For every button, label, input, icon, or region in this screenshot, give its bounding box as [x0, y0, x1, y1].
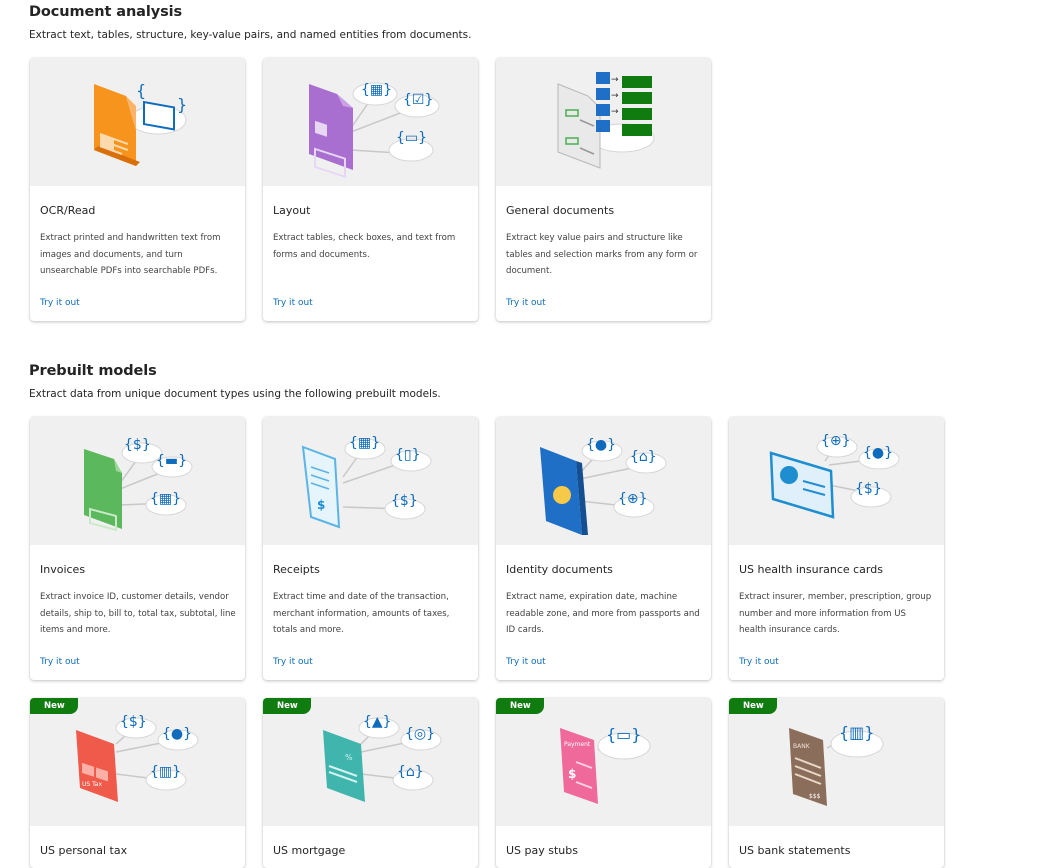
svg-text:{▭}: {▭} [396, 130, 427, 146]
svg-text:{: { [136, 81, 146, 100]
svg-text:{$}: {$} [124, 437, 151, 453]
try-it-out-link[interactable]: Try it out [40, 656, 80, 668]
prebuilt-models-header: Prebuilt models Extract data from unique… [29, 362, 441, 401]
bank-statements-illustration: {▥} BANK $$$ [729, 698, 944, 826]
card-description: Extract invoice ID, customer details, ve… [40, 592, 236, 635]
card-general-documents[interactable]: → → → General documents Extract key valu… [496, 58, 711, 321]
card-title: Receipts [273, 563, 320, 576]
card-description: Extract key value pairs and structure li… [506, 233, 698, 276]
new-badge: New [729, 698, 777, 714]
prebuilt-models-title: Prebuilt models [29, 363, 157, 379]
card-title: US health insurance cards [739, 563, 883, 576]
personal-tax-illustration: {$} {●} {▥} US Tax [30, 698, 245, 826]
card-description: Extract printed and handwritten text fro… [40, 233, 221, 276]
general-documents-illustration: → → → [496, 58, 711, 186]
card-us-pay-stubs[interactable]: {▭} Payment $ New US pay stubs [496, 698, 711, 868]
ocr-illustration: { } [30, 58, 245, 186]
svg-text:US Tax: US Tax [82, 781, 102, 788]
svg-text:%: % [345, 753, 353, 762]
document-analysis-description: Extract text, tables, structure, key-val… [29, 29, 472, 41]
svg-text:{▥}: {▥} [150, 764, 181, 780]
health-insurance-illustration: {⊕} {●} {$} [729, 417, 944, 545]
card-identity-documents[interactable]: {●} {⌂} {⊕} Identity documents Extract n… [496, 417, 711, 680]
svg-text:{⌂}: {⌂} [397, 764, 424, 780]
svg-text:→: → [611, 91, 619, 101]
try-it-out-link[interactable]: Try it out [506, 297, 546, 309]
try-it-out-link[interactable]: Try it out [273, 297, 313, 309]
card-title: US bank statements [739, 844, 851, 857]
card-invoices[interactable]: {$} {▬} {▦} Invoices Extract invoice ID,… [30, 417, 245, 680]
try-it-out-link[interactable]: Try it out [506, 656, 546, 668]
svg-text:BANK: BANK [793, 743, 811, 750]
card-description: Extract time and date of the transaction… [273, 592, 450, 635]
new-badge: New [496, 698, 544, 714]
document-analysis-title: Document analysis [29, 4, 183, 20]
pay-stubs-illustration: {▭} Payment $ [496, 698, 711, 826]
svg-text:$: $ [568, 767, 576, 781]
card-us-health-insurance[interactable]: {⊕} {●} {$} US health insurance cards Ex… [729, 417, 944, 680]
svg-text:}: } [177, 95, 187, 114]
try-it-out-link[interactable]: Try it out [739, 656, 779, 668]
card-title: Identity documents [506, 563, 613, 576]
svg-text:{▬}: {▬} [156, 453, 187, 469]
card-ocr-read[interactable]: { } OCR/Read Extract printed and handwri… [30, 58, 245, 321]
card-title: General documents [506, 204, 615, 217]
document-analysis-header: Document analysis Extract text, tables, … [29, 3, 472, 42]
prebuilt-models-description: Extract data from unique document types … [29, 388, 441, 400]
receipts-illustration: {▦} {▯} {$} $ [263, 417, 478, 545]
svg-text:{●}: {●} [863, 445, 893, 461]
card-description: Extract insurer, member, prescription, g… [739, 592, 932, 635]
svg-text:{▦}: {▦} [361, 82, 392, 98]
card-title: OCR/Read [40, 204, 96, 217]
svg-text:{●}: {●} [162, 726, 192, 742]
svg-text:{▲}: {▲} [363, 714, 392, 730]
try-it-out-link[interactable]: Try it out [273, 656, 313, 668]
card-receipts[interactable]: {▦} {▯} {$} $ Receipts Extract time and … [263, 417, 478, 680]
layout-illustration: {▦} {☑} {▭} [263, 58, 478, 186]
svg-text:{$}: {$} [120, 714, 147, 730]
card-title: US personal tax [40, 844, 128, 857]
card-title: US pay stubs [506, 844, 578, 857]
svg-text:{⌂}: {⌂} [630, 449, 657, 465]
svg-text:{●}: {●} [586, 437, 616, 453]
svg-text:→: → [611, 75, 619, 85]
card-title: Layout [273, 204, 311, 217]
mortgage-illustration: {▲} {◎} {⌂} % [263, 698, 478, 826]
card-description: Extract name, expiration date, machine r… [506, 592, 700, 635]
svg-text:{⊕}: {⊕} [618, 491, 648, 507]
svg-text:{⊕}: {⊕} [821, 433, 851, 449]
svg-text:$: $ [317, 498, 325, 512]
card-title: US mortgage [273, 844, 346, 857]
new-badge: New [30, 698, 78, 714]
svg-text:Payment: Payment [564, 741, 591, 748]
svg-text:{▯}: {▯} [395, 447, 421, 463]
card-layout[interactable]: {▦} {☑} {▭} Layout Extract tables, check… [263, 58, 478, 321]
svg-text:{◎}: {◎} [405, 726, 435, 742]
card-us-personal-tax[interactable]: {$} {●} {▥} US Tax New US personal tax [30, 698, 245, 868]
svg-text:{▦}: {▦} [349, 435, 380, 451]
svg-text:$$$: $$$ [809, 793, 821, 800]
invoices-illustration: {$} {▬} {▦} [30, 417, 245, 545]
new-badge: New [263, 698, 311, 714]
card-us-bank-statements[interactable]: {▥} BANK $$$ New US bank statements [729, 698, 944, 868]
svg-text:{$}: {$} [855, 481, 882, 497]
try-it-out-link[interactable]: Try it out [40, 297, 80, 309]
card-us-mortgage[interactable]: {▲} {◎} {⌂} % New US mortgage [263, 698, 478, 868]
svg-text:{▦}: {▦} [150, 491, 181, 507]
card-description: Extract tables, check boxes, and text fr… [273, 233, 456, 260]
svg-text:{▥}: {▥} [839, 723, 874, 742]
identity-documents-illustration: {●} {⌂} {⊕} [496, 417, 711, 545]
svg-text:{$}: {$} [391, 493, 418, 509]
svg-text:{☑}: {☑} [403, 92, 433, 108]
svg-text:{▭}: {▭} [606, 725, 641, 744]
svg-text:→: → [611, 107, 619, 117]
card-title: Invoices [40, 563, 86, 576]
